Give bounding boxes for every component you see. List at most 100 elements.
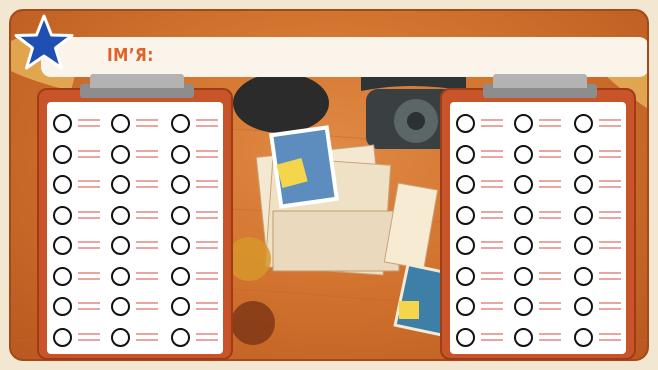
- checkbox-circle[interactable]: [111, 236, 130, 255]
- checkbox-circle[interactable]: [574, 175, 593, 194]
- write-line: [196, 180, 218, 190]
- checkbox-circle[interactable]: [514, 144, 533, 164]
- checkbox-circle[interactable]: [53, 144, 72, 164]
- write-line: [78, 271, 100, 282]
- write-line: [78, 119, 100, 129]
- checkbox-circle[interactable]: [574, 205, 593, 225]
- write-line: [196, 332, 218, 343]
- checkbox-circle[interactable]: [171, 236, 190, 255]
- clipboard-right: [440, 74, 636, 360]
- write-line: [78, 302, 100, 312]
- checkbox-circle[interactable]: [456, 144, 475, 164]
- write-line: [78, 149, 100, 160]
- checkbox-circle[interactable]: [111, 297, 130, 316]
- star-icon: [14, 14, 74, 70]
- checkbox-circle[interactable]: [514, 205, 533, 225]
- checkbox-circle[interactable]: [514, 327, 533, 347]
- checkbox-circle[interactable]: [514, 114, 533, 133]
- write-line: [136, 210, 158, 221]
- checkbox-circle[interactable]: [53, 205, 72, 225]
- write-line: [599, 119, 621, 129]
- checkbox-circle[interactable]: [53, 297, 72, 316]
- write-line: [481, 332, 503, 343]
- checkbox-circle[interactable]: [574, 144, 593, 164]
- checklist-row: [456, 264, 626, 288]
- checkbox-circle[interactable]: [574, 236, 593, 255]
- write-line: [481, 271, 503, 282]
- checkbox-circle[interactable]: [574, 266, 593, 286]
- checkbox-circle[interactable]: [574, 327, 593, 347]
- checkbox-circle[interactable]: [574, 297, 593, 316]
- write-line: [539, 302, 561, 312]
- write-line: [481, 302, 503, 312]
- name-label: ІМ’Я:: [107, 45, 154, 66]
- write-line: [136, 271, 158, 282]
- write-line: [196, 119, 218, 129]
- write-line: [136, 149, 158, 160]
- write-line: [196, 210, 218, 221]
- write-line: [196, 302, 218, 312]
- checklist-row: [53, 325, 223, 349]
- coffee-icon: [231, 301, 275, 345]
- checkbox-circle[interactable]: [53, 114, 72, 133]
- write-line: [196, 149, 218, 160]
- write-line: [599, 241, 621, 251]
- checkbox-circle[interactable]: [456, 236, 475, 255]
- checkbox-circle[interactable]: [171, 266, 190, 286]
- checkbox-circle[interactable]: [456, 205, 475, 225]
- write-line: [136, 241, 158, 251]
- write-line: [481, 180, 503, 190]
- checkbox-circle[interactable]: [111, 205, 130, 225]
- score-sheet: ІМ’Я:: [0, 0, 658, 370]
- checkbox-circle[interactable]: [514, 266, 533, 286]
- checklist-row: [456, 172, 626, 196]
- checkbox-circle[interactable]: [456, 175, 475, 194]
- write-line: [481, 241, 503, 251]
- write-line: [539, 241, 561, 251]
- write-line: [196, 271, 218, 282]
- checkbox-circle[interactable]: [111, 114, 130, 133]
- write-line: [78, 210, 100, 221]
- checklist-row: [456, 142, 626, 166]
- checkbox-circle[interactable]: [456, 114, 475, 133]
- checkbox-circle[interactable]: [171, 297, 190, 316]
- name-field[interactable]: ІМ’Я:: [41, 37, 647, 77]
- checkbox-circle[interactable]: [171, 144, 190, 164]
- checkbox-circle[interactable]: [171, 175, 190, 194]
- checkbox-circle[interactable]: [111, 175, 130, 194]
- write-line: [78, 241, 100, 251]
- checklist-row: [456, 294, 626, 318]
- checkbox-circle[interactable]: [171, 205, 190, 225]
- write-line: [599, 180, 621, 190]
- write-line: [136, 119, 158, 129]
- write-line: [481, 210, 503, 221]
- checklist-row: [53, 294, 223, 318]
- checkbox-circle[interactable]: [53, 236, 72, 255]
- checklist-row: [456, 111, 626, 135]
- checklist-row: [53, 233, 223, 257]
- write-line: [539, 119, 561, 129]
- checklist-row: [53, 264, 223, 288]
- checkbox-circle[interactable]: [514, 175, 533, 194]
- checkbox-circle[interactable]: [171, 327, 190, 347]
- checkbox-circle[interactable]: [111, 327, 130, 347]
- clipboard-clip: [80, 74, 194, 98]
- checkbox-circle[interactable]: [456, 327, 475, 347]
- checkbox-circle[interactable]: [574, 114, 593, 133]
- checkbox-circle[interactable]: [111, 144, 130, 164]
- checkbox-circle[interactable]: [456, 266, 475, 286]
- cup-icon: [227, 237, 271, 281]
- checkbox-circle[interactable]: [171, 114, 190, 133]
- write-line: [481, 149, 503, 160]
- checkbox-circle[interactable]: [111, 266, 130, 286]
- clipboard-left: [37, 74, 233, 360]
- checkbox-circle[interactable]: [53, 175, 72, 194]
- write-line: [78, 332, 100, 343]
- checkbox-circle[interactable]: [514, 236, 533, 255]
- write-line: [539, 180, 561, 190]
- write-line: [599, 271, 621, 282]
- checkbox-circle[interactable]: [514, 297, 533, 316]
- checkbox-circle[interactable]: [456, 297, 475, 316]
- checkbox-circle[interactable]: [53, 327, 72, 347]
- checkbox-circle[interactable]: [53, 266, 72, 286]
